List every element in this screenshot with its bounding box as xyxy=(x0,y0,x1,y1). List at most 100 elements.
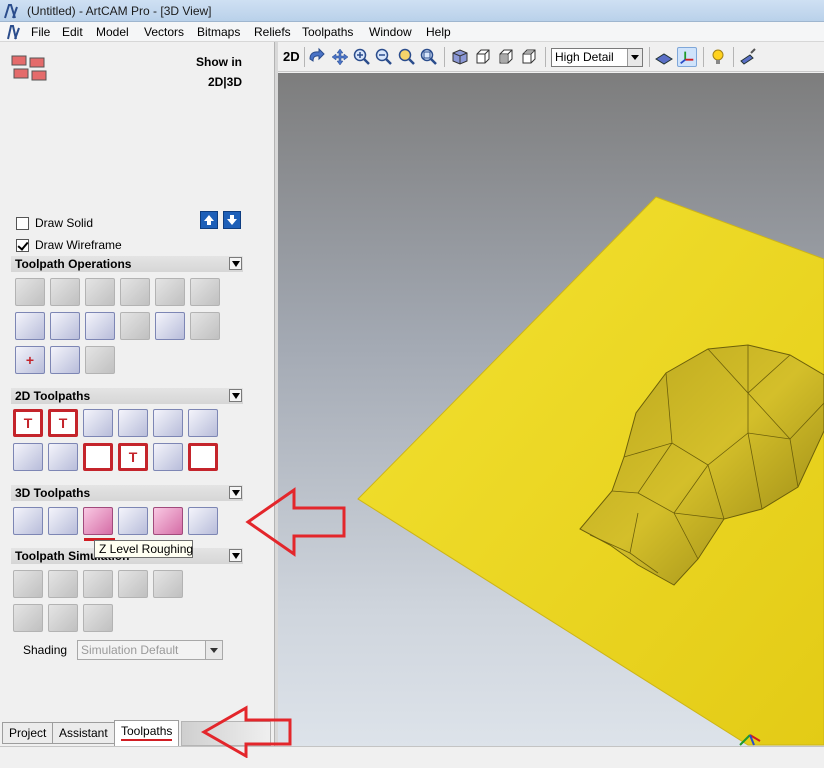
toolpath-op-tool-15[interactable] xyxy=(85,346,115,374)
shading-select[interactable]: Simulation Default xyxy=(77,640,223,660)
feature-machining-tool[interactable]: T xyxy=(118,443,148,471)
bevelled-carving-tool[interactable] xyxy=(118,409,148,437)
simulation-save-tool[interactable] xyxy=(13,604,43,632)
draw-relief-icon[interactable] xyxy=(654,47,674,67)
toolbar-separator xyxy=(444,47,445,67)
annotation-arrow-toolpaths-tab xyxy=(200,705,292,758)
status-bar xyxy=(0,746,824,768)
menu-bitmaps[interactable]: Bitmaps xyxy=(197,25,240,39)
menu-reliefs[interactable]: Reliefs xyxy=(254,25,291,39)
t-shape-icon: T xyxy=(128,449,138,465)
3d-view-canvas[interactable] xyxy=(278,73,824,746)
simulate-all-tool[interactable] xyxy=(48,570,78,598)
menu-help[interactable]: Help xyxy=(426,25,451,39)
waterline-tool[interactable] xyxy=(48,507,78,535)
document-logo-icon[interactable] xyxy=(6,24,22,40)
tab-assistant[interactable]: Assistant xyxy=(52,722,115,744)
menu-window[interactable]: Window xyxy=(369,25,412,39)
t-shape-icon: T xyxy=(23,415,33,431)
simulation-clear-tool[interactable] xyxy=(83,604,113,632)
toolpath-op-tool-13[interactable]: + xyxy=(15,346,45,374)
machine-relief-3d-tool[interactable] xyxy=(13,507,43,535)
toolpath-op-tool-7[interactable] xyxy=(15,312,45,340)
toolpath-op-tool-9[interactable] xyxy=(85,312,115,340)
toolpath-op-tool-8[interactable] xyxy=(50,312,80,340)
simulate-toolpath-tool[interactable] xyxy=(13,570,43,598)
section-collapse-icon[interactable] xyxy=(229,257,242,270)
top-view-icon[interactable] xyxy=(519,47,539,67)
pan-icon[interactable] xyxy=(330,47,350,67)
side-view-icon[interactable] xyxy=(496,47,516,67)
front-view-icon[interactable] xyxy=(473,47,493,67)
toolpath-op-tool-5[interactable] xyxy=(155,278,185,306)
vbit-carving-tool[interactable] xyxy=(83,409,113,437)
artcam-logo-icon xyxy=(4,4,18,19)
window-title: (Untitled) - ArtCAM Pro - [3D View] xyxy=(27,4,212,18)
draw-solid-label: Draw Solid xyxy=(35,216,94,230)
detail-level-select[interactable]: High Detail xyxy=(551,48,643,67)
menu-model[interactable]: Model xyxy=(96,25,129,39)
simulation-relief-tool[interactable] xyxy=(118,570,148,598)
draw-solid-checkbox[interactable] xyxy=(16,216,29,230)
2d-view-button[interactable]: 2D xyxy=(283,49,300,64)
menu-toolpaths[interactable]: Toolpaths xyxy=(302,25,353,39)
3d-pencil-tool[interactable] xyxy=(188,507,218,535)
draw-wireframe-checkbox[interactable] xyxy=(16,238,29,252)
toolpath-op-tool-6[interactable] xyxy=(190,278,220,306)
toolpath-op-tool-4[interactable] xyxy=(120,278,150,306)
view-toolbar: 2D High Detail xyxy=(278,42,824,72)
fluting-tool[interactable] xyxy=(153,443,183,471)
inlay-wizard-tool[interactable] xyxy=(188,443,218,471)
tab-project[interactable]: Project xyxy=(2,722,54,744)
drilling-tool[interactable] xyxy=(188,409,218,437)
toolpath-op-tool-10[interactable] xyxy=(120,312,150,340)
cut-out-tool[interactable] xyxy=(83,443,113,471)
toolpath-operations-header[interactable]: Toolpath Operations xyxy=(11,256,243,272)
material-paint-icon[interactable] xyxy=(738,47,758,67)
title-bar: (Untitled) - ArtCAM Pro - [3D View] xyxy=(0,0,824,22)
3d-finishing-tool[interactable] xyxy=(118,507,148,535)
z-level-roughing-tool[interactable] xyxy=(83,507,113,535)
simulation-block-tool[interactable] xyxy=(83,570,113,598)
zoom-box-icon[interactable] xyxy=(419,47,439,67)
draw-solid-row[interactable]: Draw Solid xyxy=(16,215,93,231)
toolpath-op-tool-11[interactable] xyxy=(155,312,185,340)
menu-vectors[interactable]: Vectors xyxy=(144,25,184,39)
engraving-tool[interactable] xyxy=(153,409,183,437)
toolbar-separator xyxy=(304,47,305,67)
move-down-button[interactable] xyxy=(223,211,241,229)
tab-toolpaths[interactable]: Toolpaths xyxy=(114,720,180,746)
simulation-export-tool[interactable] xyxy=(48,604,78,632)
zoom-fit-icon[interactable] xyxy=(397,47,417,67)
chevron-down-icon[interactable] xyxy=(205,641,222,659)
iso-view-icon[interactable] xyxy=(450,47,470,67)
show-in-2d-3d-toggle[interactable]: 2D|3D xyxy=(190,72,242,92)
menu-edit[interactable]: Edit xyxy=(62,25,83,39)
toolpath-op-tool-2[interactable] xyxy=(50,278,80,306)
menu-file[interactable]: File xyxy=(31,25,50,39)
chevron-down-icon[interactable] xyxy=(627,49,642,66)
profile-toolpath-tool[interactable]: T xyxy=(13,409,43,437)
toolpaths-2d-header[interactable]: 2D Toolpaths xyxy=(11,388,243,404)
toolpath-op-tool-1[interactable] xyxy=(15,278,45,306)
area-clearance-tool[interactable]: T xyxy=(48,409,78,437)
zoom-in-icon[interactable] xyxy=(352,47,372,67)
draw-wireframe-row[interactable]: Draw Wireframe xyxy=(16,237,122,253)
rotate-icon[interactable] xyxy=(307,47,327,67)
section-collapse-icon[interactable] xyxy=(229,389,242,402)
toolpath-op-tool-3[interactable] xyxy=(85,278,115,306)
section-collapse-icon[interactable] xyxy=(229,549,242,562)
plus-icon: + xyxy=(25,352,35,368)
toolpath-op-tool-12[interactable] xyxy=(190,312,220,340)
lightbulb-icon[interactable] xyxy=(708,47,728,67)
inlay-tool[interactable] xyxy=(13,443,43,471)
3d-rest-machining-tool[interactable] xyxy=(153,507,183,535)
machine-relief-tool[interactable] xyxy=(48,443,78,471)
simulation-reset-tool[interactable] xyxy=(153,570,183,598)
section-collapse-icon[interactable] xyxy=(229,486,242,499)
toolpaths-3d-header[interactable]: 3D Toolpaths xyxy=(11,485,243,501)
axes-icon[interactable] xyxy=(677,47,697,67)
move-up-button[interactable] xyxy=(200,211,218,229)
zoom-out-icon[interactable] xyxy=(374,47,394,67)
toolpath-op-tool-14[interactable] xyxy=(50,346,80,374)
